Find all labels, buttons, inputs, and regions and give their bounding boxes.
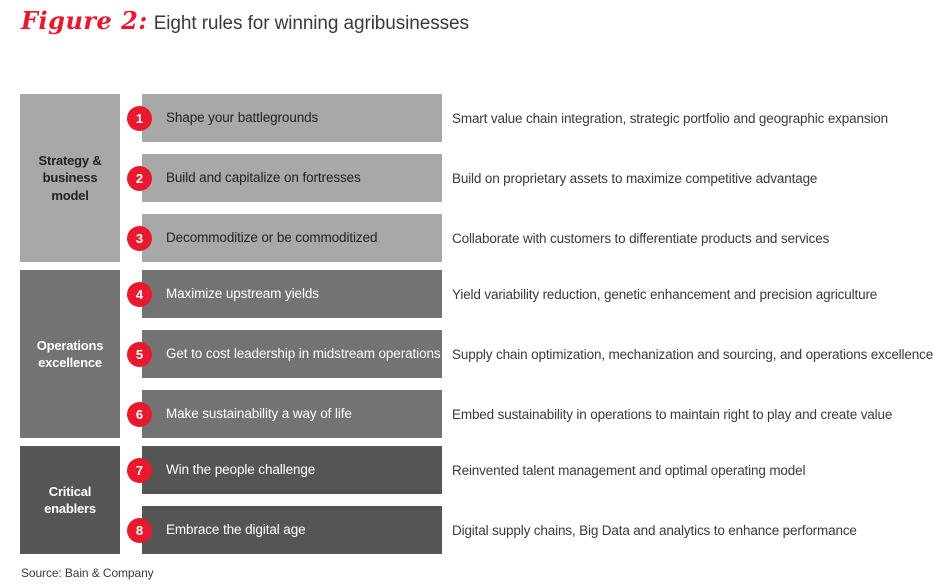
rule-row: Win the people challenge 7 Reinvented tale…: [0, 446, 950, 494]
rule-number-badge-7: 7: [127, 458, 152, 483]
rule-group-1: Strategy &businessmodelShape your battle…: [0, 94, 950, 262]
rule-description-3: Collaborate with customers to differenti…: [452, 214, 829, 262]
rule-description-1: Smart value chain integration, strategic…: [452, 94, 888, 142]
rule-description-6: Embed sustainability in operations to ma…: [452, 390, 892, 438]
rule-bar-6[interactable]: Make sustainability a way of life: [142, 390, 442, 438]
rule-description-5: Supply chain optimization, mechanization…: [452, 330, 933, 378]
rule-row: Get to cost leadership in midstream oper…: [0, 330, 950, 378]
rule-group-2: OperationsexcellenceMaximize upstream yi…: [0, 270, 950, 438]
rule-label: Decommoditize or be commoditized: [166, 230, 377, 246]
rule-row: Make sustainability a way of life 6 Embed …: [0, 390, 950, 438]
rule-number-badge-6: 6: [127, 402, 152, 427]
rule-label: Embrace the digital age: [166, 522, 306, 538]
rule-label: Shape your battlegrounds: [166, 110, 318, 126]
rule-row: Embrace the digital age 8 Digital supply c…: [0, 506, 950, 554]
rule-number-badge-4: 4: [127, 282, 152, 307]
rule-label: Get to cost leadership in midstream oper…: [166, 346, 441, 362]
rule-description-2: Build on proprietary assets to maximize …: [452, 154, 817, 202]
rule-label: Maximize upstream yields: [166, 286, 319, 302]
rule-number-badge-2: 2: [127, 166, 152, 191]
rule-bar-7[interactable]: Win the people challenge: [142, 446, 442, 494]
rule-number-badge-5: 5: [127, 342, 152, 367]
rule-bar-4[interactable]: Maximize upstream yields: [142, 270, 442, 318]
rule-bar-1[interactable]: Shape your battlegrounds: [142, 94, 442, 142]
rule-bar-8[interactable]: Embrace the digital age: [142, 506, 442, 554]
rule-label: Make sustainability a way of life: [166, 406, 352, 422]
source-note: Source: Bain & Company: [21, 566, 154, 580]
rule-row: Maximize upstream yields 4 Yield variabili…: [0, 270, 950, 318]
rule-description-7: Reinvented talent management and optimal…: [452, 446, 805, 494]
rule-row: Build and capitalize on fortresses 2 Build…: [0, 154, 950, 202]
rule-number-badge-1: 1: [127, 106, 152, 131]
rule-bar-2[interactable]: Build and capitalize on fortresses: [142, 154, 442, 202]
rule-number-badge-8: 8: [127, 518, 152, 543]
rule-label: Build and capitalize on fortresses: [166, 170, 361, 186]
rule-row: Shape your battlegrounds 1 Smart value cha…: [0, 94, 950, 142]
eight-rules-diagram: Strategy &businessmodelShape your battle…: [0, 0, 950, 588]
rule-label: Win the people challenge: [166, 462, 315, 478]
rule-number-badge-3: 3: [127, 226, 152, 251]
rule-group-3: CriticalenablersWin the people challenge…: [0, 446, 950, 554]
rule-bar-3[interactable]: Decommoditize or be commoditized: [142, 214, 442, 262]
rule-bar-5[interactable]: Get to cost leadership in midstream oper…: [142, 330, 442, 378]
rule-description-8: Digital supply chains, Big Data and anal…: [452, 506, 857, 554]
rule-description-4: Yield variability reduction, genetic enh…: [452, 270, 877, 318]
rule-row: Decommoditize or be commoditized 3 Collabo…: [0, 214, 950, 262]
